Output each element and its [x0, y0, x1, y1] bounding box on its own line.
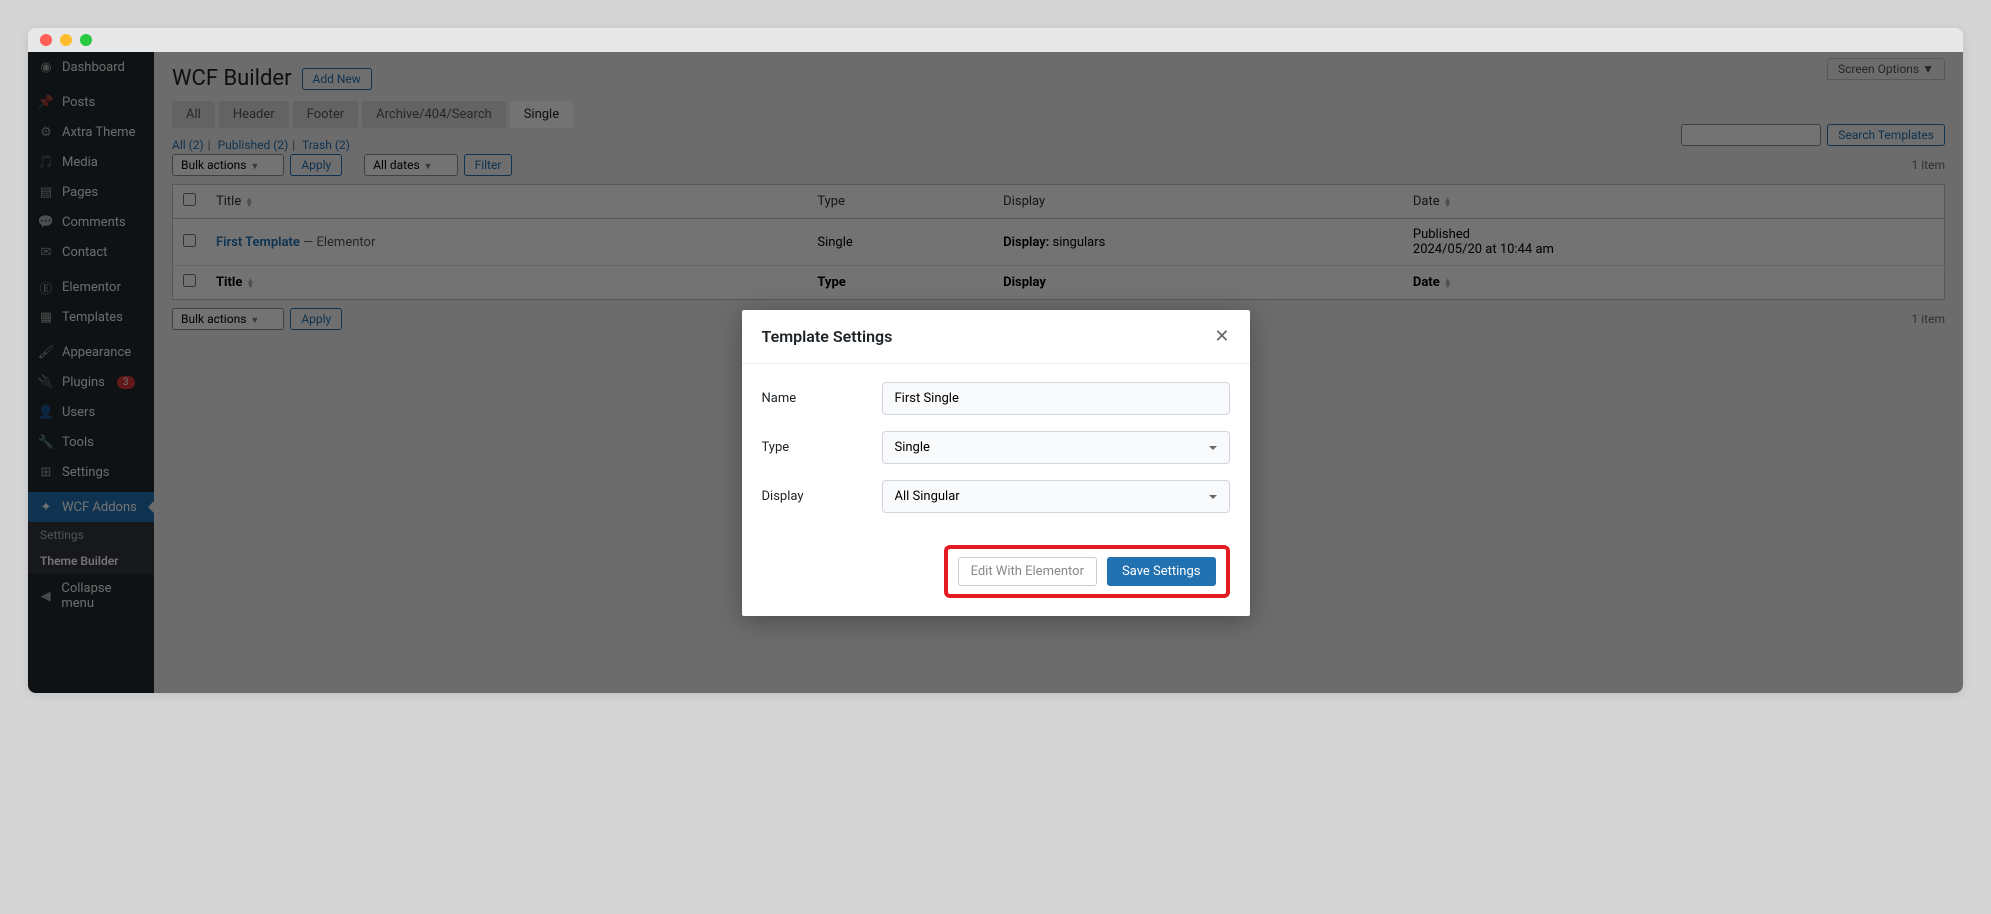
modal-body: Name Type Single Display All Singular	[742, 364, 1250, 537]
type-select[interactable]: Single	[882, 431, 1230, 464]
save-settings-button[interactable]: Save Settings	[1107, 557, 1216, 586]
modal-title: Template Settings	[762, 327, 893, 346]
name-input[interactable]	[882, 382, 1230, 415]
name-label: Name	[762, 391, 882, 406]
maximize-window-icon[interactable]	[80, 34, 92, 46]
close-window-icon[interactable]	[40, 34, 52, 46]
template-settings-modal: Template Settings ✕ Name Type Single Dis…	[742, 310, 1250, 616]
modal-header: Template Settings ✕	[742, 310, 1250, 364]
edit-with-elementor-button[interactable]: Edit With Elementor	[958, 557, 1097, 586]
modal-overlay[interactable]: Template Settings ✕ Name Type Single Dis…	[28, 52, 1963, 693]
titlebar	[28, 28, 1963, 52]
type-label: Type	[762, 440, 882, 455]
display-label: Display	[762, 489, 882, 504]
app: ◉Dashboard 📌Posts ⚙Axtra Theme 🎵Media ▤P…	[28, 52, 1963, 693]
modal-footer: Edit With Elementor Save Settings	[742, 537, 1250, 616]
close-icon[interactable]: ✕	[1214, 326, 1229, 347]
browser-window: ◉Dashboard 📌Posts ⚙Axtra Theme 🎵Media ▤P…	[28, 28, 1963, 693]
minimize-window-icon[interactable]	[60, 34, 72, 46]
display-select[interactable]: All Singular	[882, 480, 1230, 513]
highlight-box: Edit With Elementor Save Settings	[944, 545, 1230, 598]
